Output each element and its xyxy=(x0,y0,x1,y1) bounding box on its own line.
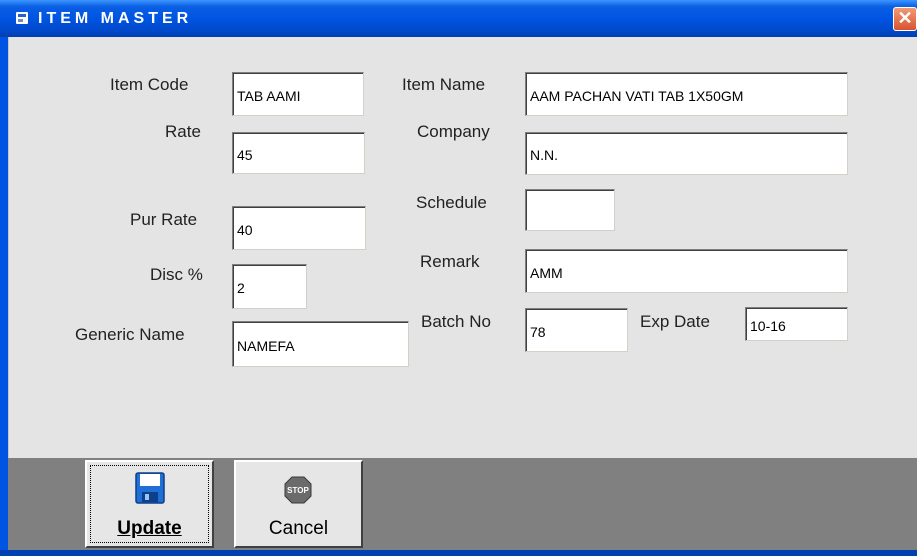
pur-rate-label: Pur Rate xyxy=(130,210,198,229)
stop-sign-icon: STOP xyxy=(284,476,312,504)
close-button[interactable]: ✕ xyxy=(893,7,917,31)
item-code-field[interactable] xyxy=(232,72,364,116)
app-icon xyxy=(16,12,28,24)
batch-no-field[interactable] xyxy=(525,308,628,352)
close-icon: ✕ xyxy=(897,8,913,28)
generic-name-label: Generic Name xyxy=(75,325,185,344)
stop-sign-text: STOP xyxy=(287,486,309,495)
item-master-window: ITEM MASTER ✕ Item Code Rate Pur Rate Di… xyxy=(0,0,917,556)
remark-label: Remark xyxy=(420,252,480,271)
window-title: ITEM MASTER xyxy=(38,10,193,27)
window-bottom-border xyxy=(0,550,917,556)
cancel-button[interactable]: STOP Cancel xyxy=(234,460,363,548)
exp-date-label: Exp Date xyxy=(640,312,710,331)
company-label: Company xyxy=(417,122,490,141)
disc-label: Disc % xyxy=(150,265,203,284)
schedule-label: Schedule xyxy=(416,193,487,212)
rate-label: Rate xyxy=(165,122,201,141)
window-left-border xyxy=(0,37,8,556)
remark-field[interactable] xyxy=(525,249,848,293)
rate-field[interactable] xyxy=(232,132,365,174)
action-toolbar: Update STOP Cancel xyxy=(8,458,917,550)
company-field[interactable] xyxy=(525,132,848,175)
pur-rate-field[interactable] xyxy=(232,206,366,250)
floppy-disk-icon xyxy=(135,472,165,504)
batch-no-label: Batch No xyxy=(421,312,491,331)
exp-date-field[interactable] xyxy=(745,307,848,341)
cancel-label: Cancel xyxy=(268,518,329,539)
update-label: Update xyxy=(117,518,182,539)
item-name-label: Item Name xyxy=(402,75,486,94)
disc-field[interactable] xyxy=(232,264,307,309)
title-bar[interactable]: ITEM MASTER ✕ xyxy=(0,0,917,37)
schedule-field[interactable] xyxy=(525,189,615,231)
item-code-label: Item Code xyxy=(110,75,189,94)
update-button[interactable]: Update xyxy=(85,460,214,548)
item-name-field[interactable] xyxy=(525,72,848,116)
generic-name-field[interactable] xyxy=(232,321,409,367)
